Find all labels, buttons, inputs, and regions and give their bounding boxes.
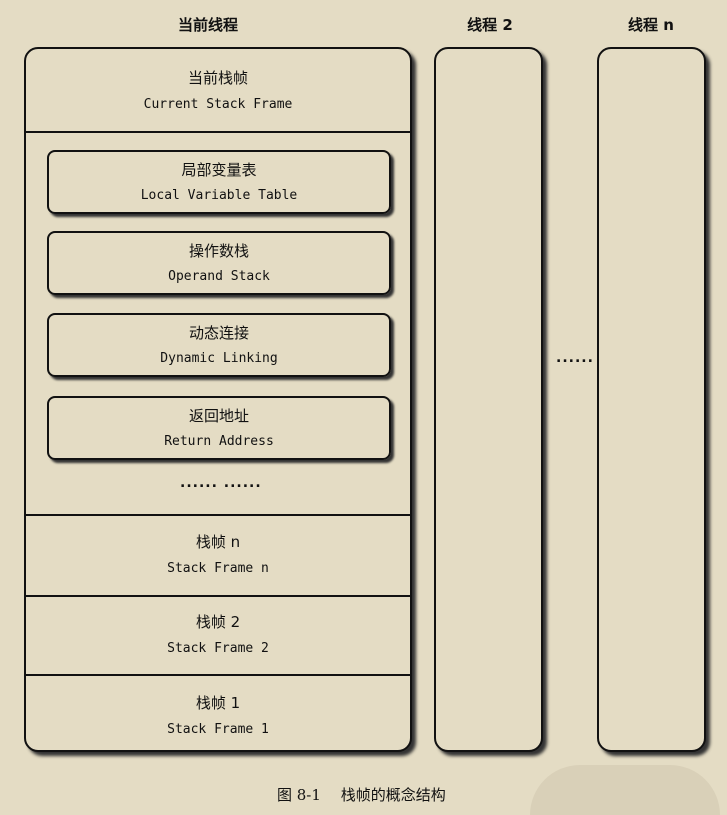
part-cn: 返回地址 [188, 407, 249, 425]
operand-stack-box: 操作数栈 Operand Stack [47, 231, 391, 295]
thread-2-box [434, 47, 543, 752]
dynamic-linking-box: 动态连接 Dynamic Linking [47, 313, 391, 377]
current-frame-en: Current Stack Frame [143, 97, 293, 112]
stack-frame-n-cn: 栈帧 n [195, 533, 241, 551]
current-frame-cn: 当前栈帧 [187, 69, 248, 87]
header-current-thread: 当前线程 [177, 16, 238, 34]
stack-frame-n-en: Stack Frame n [167, 561, 269, 576]
header-thread-n: 线程 n [628, 16, 674, 34]
stack-frame-1-en: Stack Frame 1 [167, 722, 269, 737]
separator [26, 674, 410, 676]
header-thread-2: 线程 2 [467, 16, 513, 34]
stack-frame-2-cn: 栈帧 2 [195, 613, 241, 631]
watermark [530, 765, 720, 815]
threads-ellipsis: ...... [556, 350, 594, 366]
separator [26, 131, 410, 133]
part-cn: 操作数栈 [188, 242, 249, 260]
separator [26, 514, 410, 516]
stack-frame-2-en: Stack Frame 2 [167, 641, 269, 656]
part-cn: 动态连接 [188, 324, 249, 342]
thread-n-box [597, 47, 706, 752]
part-en: Operand Stack [168, 269, 270, 284]
part-en: Dynamic Linking [160, 351, 278, 366]
current-thread-box: 当前栈帧 Current Stack Frame 局部变量表 Local Var… [24, 47, 412, 752]
part-cn: 局部变量表 [181, 161, 257, 179]
parts-ellipsis: ...... ...... [180, 475, 262, 491]
part-en: Return Address [164, 434, 274, 449]
diagram: 当前线程 线程 2 线程 n 当前栈帧 Current Stack Frame … [0, 0, 727, 815]
return-address-box: 返回地址 Return Address [47, 396, 391, 460]
figure-caption: 图 8-1 栈帧的概念结构 [277, 786, 446, 804]
separator [26, 595, 410, 597]
stack-frame-1-cn: 栈帧 1 [195, 694, 241, 712]
local-variable-table-box: 局部变量表 Local Variable Table [47, 150, 391, 214]
part-en: Local Variable Table [140, 188, 298, 203]
